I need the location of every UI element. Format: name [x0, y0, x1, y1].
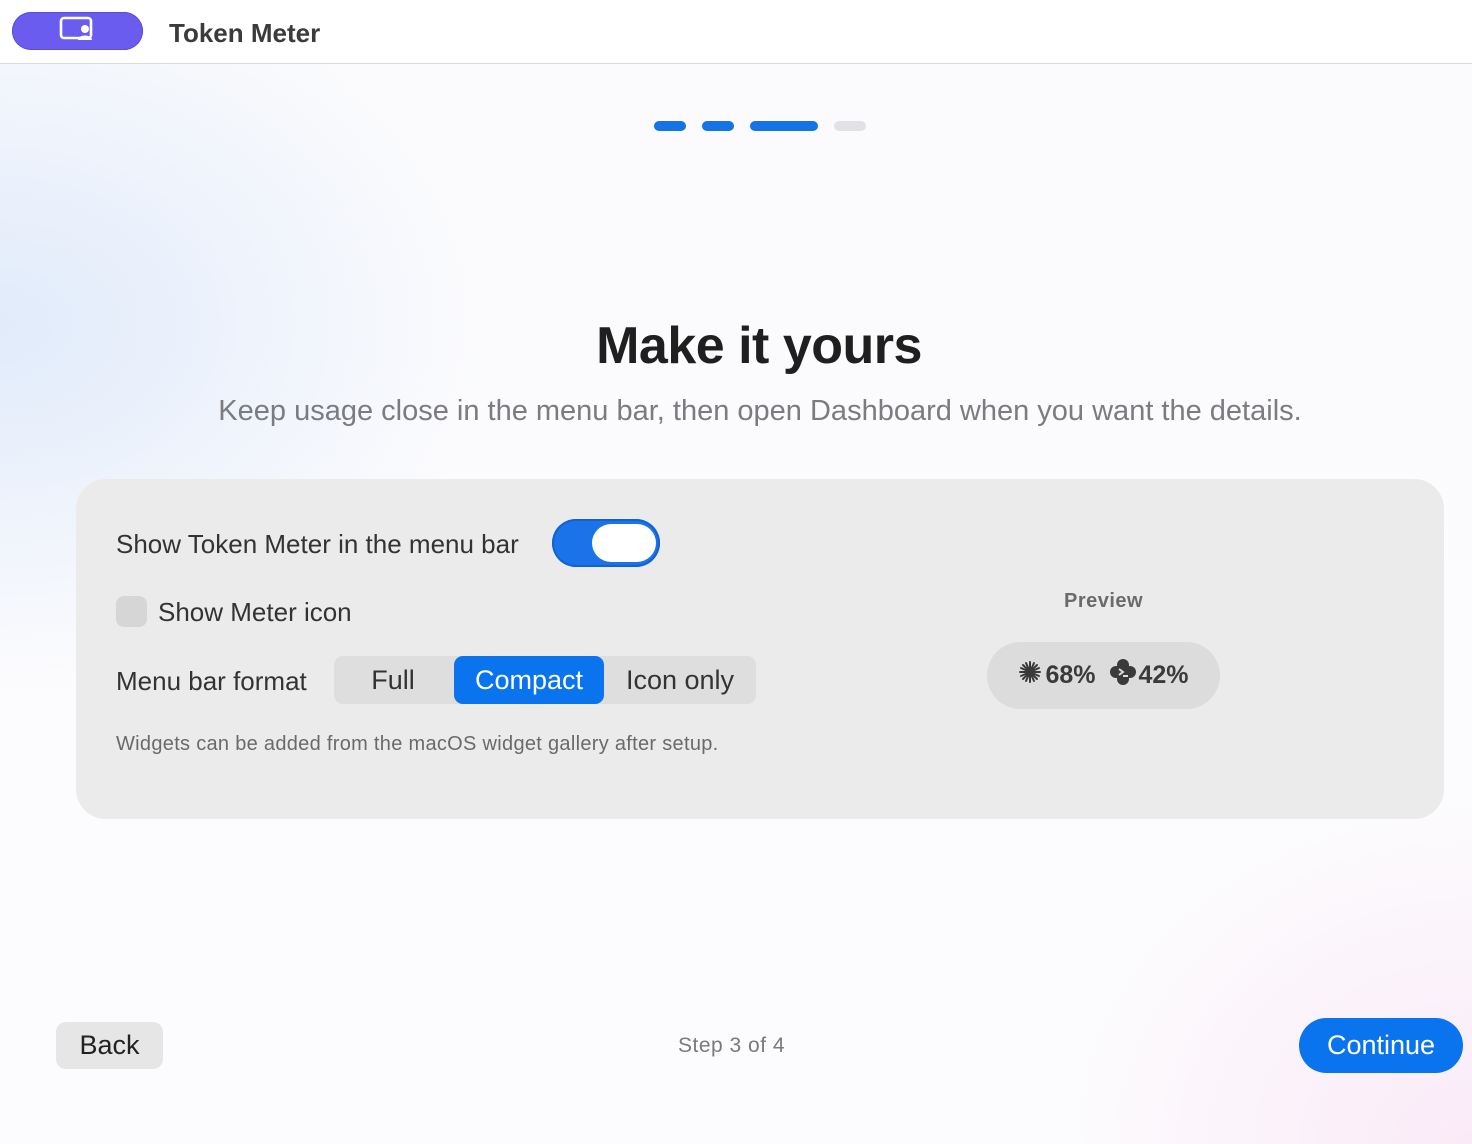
preview-item: 68%: [1018, 660, 1096, 691]
settings-card: Show Token Meter in the menu bar Show Me…: [76, 479, 1444, 819]
menu-bar-preview: 68% 42%: [987, 642, 1220, 709]
preview-value-1: 68%: [1045, 661, 1096, 689]
progress-segment-2: [702, 121, 734, 131]
page-subtitle: Keep usage close in the menu bar, then o…: [218, 395, 1302, 427]
starburst-icon: [1018, 660, 1042, 691]
preview-item: 42%: [1109, 659, 1189, 692]
progress-segment-1: [654, 121, 686, 131]
title-bar: Token Meter: [0, 0, 1472, 64]
menu-bar-format-control: Full Compact Icon only: [334, 656, 756, 704]
preview-label: Preview: [1064, 590, 1144, 612]
menu-bar-format-label: Menu bar format: [116, 666, 307, 696]
progress-segment-4: [834, 121, 866, 131]
app-switcher-button[interactable]: [12, 12, 143, 50]
flower-badge-icon: [1109, 659, 1136, 692]
toggle-knob: [592, 524, 656, 562]
show-meter-icon-label[interactable]: Show Meter icon: [158, 597, 352, 628]
preview-value-2: 42%: [1138, 661, 1189, 689]
step-indicator-text: Step 3 of 4: [678, 1034, 786, 1057]
back-button[interactable]: Back: [56, 1022, 163, 1069]
format-option-full[interactable]: Full: [334, 656, 452, 704]
continue-button[interactable]: Continue: [1299, 1018, 1463, 1073]
progress-segment-3-current: [750, 121, 818, 131]
menu-bar-toggle-label: Show Token Meter in the menu bar: [116, 529, 519, 559]
format-option-compact[interactable]: Compact: [454, 656, 604, 704]
screen-person-icon: [59, 16, 97, 47]
format-option-icon-only[interactable]: Icon only: [604, 656, 756, 704]
show-meter-icon-checkbox[interactable]: [116, 596, 147, 627]
widgets-footnote: Widgets can be added from the macOS widg…: [116, 733, 719, 755]
page-title: Make it yours: [596, 317, 922, 375]
app-title: Token Meter: [169, 18, 321, 48]
onboarding-content: Make it yours Keep usage close in the me…: [0, 64, 1472, 1144]
menu-bar-toggle[interactable]: [552, 519, 660, 567]
